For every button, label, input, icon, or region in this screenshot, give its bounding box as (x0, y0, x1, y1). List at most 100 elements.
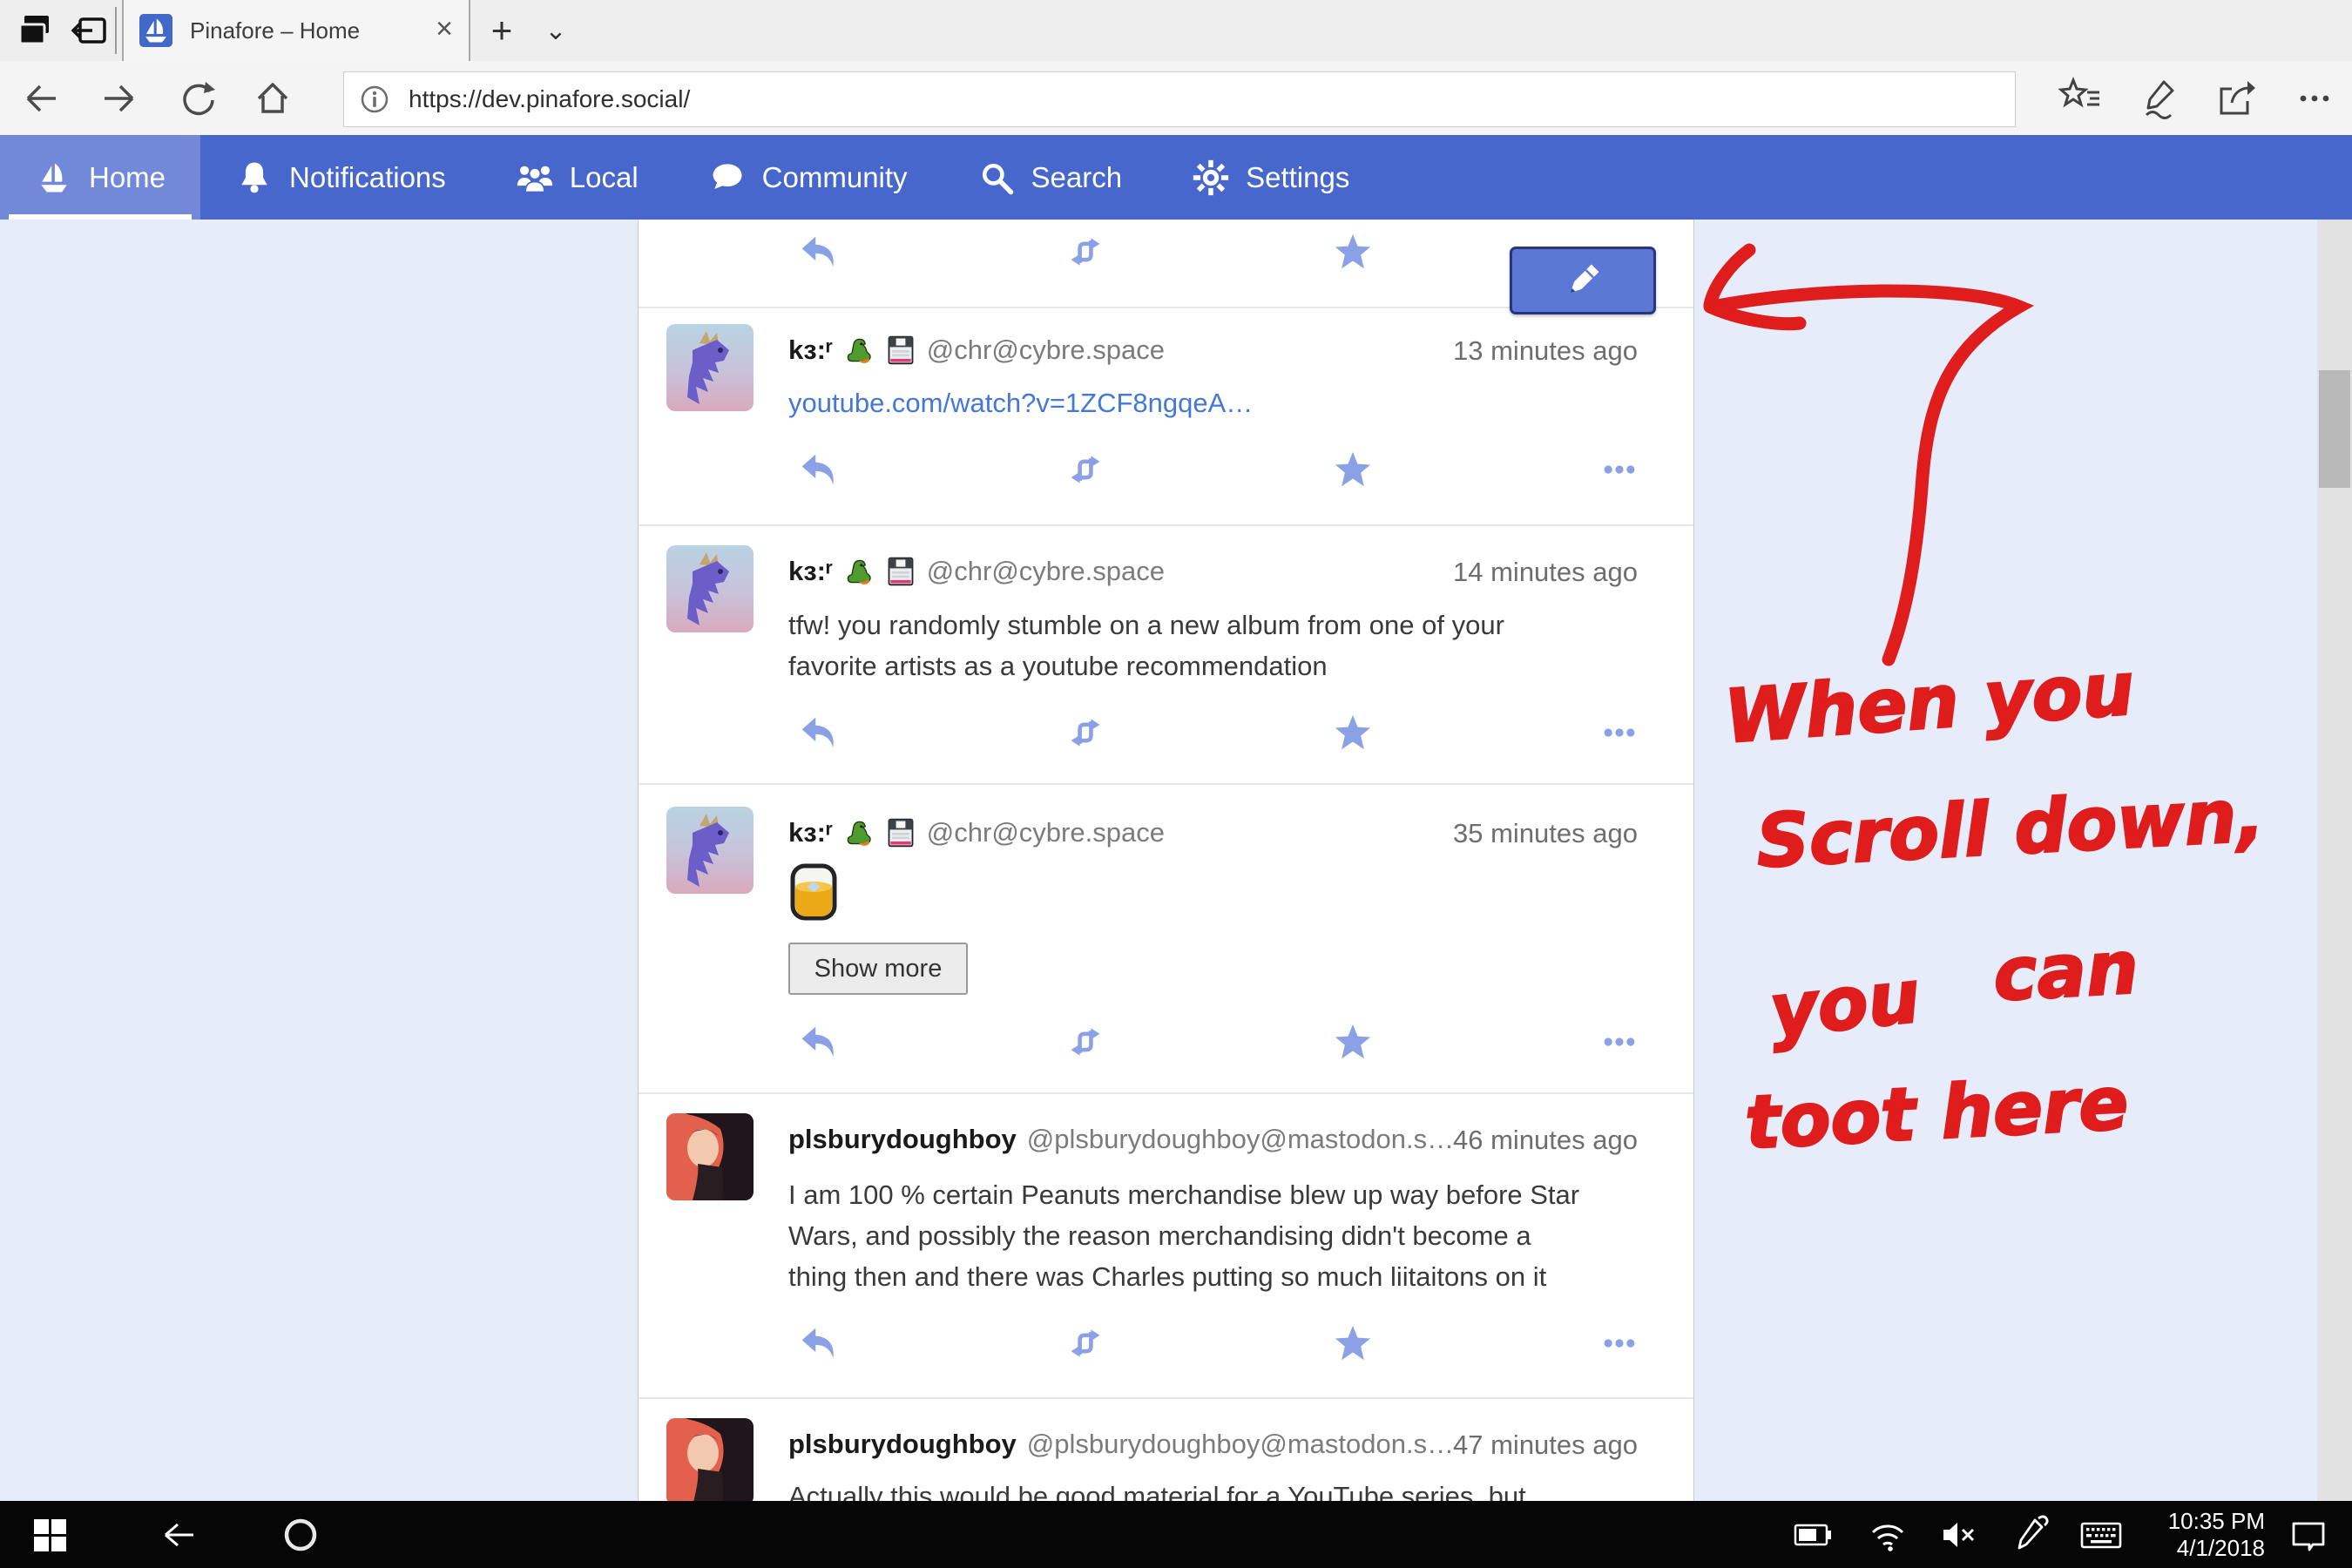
account-handle: @plsburydoughboy@mastodon.s… (1027, 1124, 1454, 1155)
toot-header[interactable]: plsburydoughboy @plsburydoughboy@mastodo… (788, 1120, 1454, 1159)
refresh-icon[interactable] (176, 77, 220, 120)
account-handle: @chr@cybre.space (927, 817, 1165, 848)
reply-icon[interactable] (799, 233, 837, 271)
pinafore-favicon (139, 14, 172, 47)
whiskey-glass-emoji (788, 862, 839, 922)
toot-header[interactable]: kз:ʳ @chr@cybre.space (788, 814, 1165, 852)
toot-separator (639, 1397, 1693, 1399)
favorite-star-icon[interactable] (1334, 450, 1372, 489)
clock-time: 10:35 PM (2126, 1508, 2265, 1535)
scrollbar-thumb[interactable] (2319, 370, 2350, 488)
new-tab-button[interactable]: + (477, 0, 526, 61)
forward-icon[interactable] (98, 77, 141, 120)
magnifier-icon (977, 159, 1016, 197)
toot-header[interactable]: kз:ʳ @chr@cybre.space (788, 331, 1165, 369)
touch-keyboard-icon[interactable] (2079, 1513, 2123, 1557)
nav-item-home[interactable]: Home (0, 135, 200, 220)
set-tabs-aside-icon[interactable] (70, 10, 110, 51)
favorite-star-icon[interactable] (1334, 1023, 1372, 1061)
boost-icon[interactable] (1066, 713, 1105, 752)
display-name: kз:ʳ (788, 556, 833, 587)
volume-muted-icon[interactable] (1938, 1513, 1982, 1557)
reply-icon[interactable] (799, 1023, 837, 1061)
nav-item-local[interactable]: Local (481, 135, 673, 220)
more-dots-icon[interactable] (1600, 450, 1639, 489)
cortana-icon[interactable] (279, 1513, 322, 1557)
taskbar-clock[interactable]: 10:35 PM 4/1/2018 (2126, 1508, 2265, 1562)
address-bar[interactable]: https://dev.pinafore.social/ (343, 71, 2016, 127)
site-info-icon[interactable] (360, 84, 389, 114)
taskbar-back-icon[interactable] (157, 1513, 200, 1557)
clock-date: 4/1/2018 (2126, 1535, 2265, 1562)
battery-icon[interactable] (1792, 1513, 1835, 1557)
avatar-plsburydoughboy[interactable] (666, 1113, 754, 1200)
annotation-arrow (1710, 250, 2019, 659)
start-button-icon[interactable] (28, 1513, 71, 1557)
avatar-dragon[interactable] (666, 545, 754, 632)
favorite-star-icon[interactable] (1334, 713, 1372, 752)
favorites-hub-icon[interactable] (2058, 75, 2105, 122)
avatar-plsburydoughboy[interactable] (666, 1418, 754, 1505)
avatar-dragon[interactable] (666, 324, 754, 411)
green-dragon-emoji (843, 815, 875, 850)
browser-toolbar: https://dev.pinafore.social/ (0, 61, 2352, 137)
timestamp[interactable]: 13 minutes ago (1453, 335, 1638, 367)
boost-icon[interactable] (1066, 450, 1105, 489)
more-dots-icon[interactable] (1600, 1324, 1639, 1362)
reply-icon[interactable] (799, 713, 837, 752)
boost-icon[interactable] (1066, 233, 1105, 271)
nav-item-community[interactable]: Community (673, 135, 943, 220)
more-dots-icon[interactable] (1600, 1023, 1639, 1061)
floppy-disk-emoji (885, 333, 916, 368)
url-text[interactable]: https://dev.pinafore.social/ (409, 85, 690, 113)
favorite-star-icon[interactable] (1334, 1324, 1372, 1362)
timestamp[interactable]: 35 minutes ago (1453, 818, 1638, 849)
nav-item-search[interactable]: Search (943, 135, 1158, 220)
tab-menu-chevron-icon[interactable]: ⌄ (531, 0, 580, 61)
boost-icon[interactable] (1066, 1324, 1105, 1362)
reply-icon[interactable] (799, 450, 837, 489)
annotate-pen-icon[interactable] (2136, 75, 2183, 122)
display-name: plsburydoughboy (788, 1429, 1017, 1460)
sailboat-icon (35, 159, 73, 197)
avatar-dragon[interactable] (666, 807, 754, 894)
account-handle: @plsburydoughboy@mastodon.s… (1027, 1429, 1454, 1460)
browser-tab-strip: Pinafore – Home × + ⌄ (0, 0, 2352, 61)
wifi-icon[interactable] (1866, 1513, 1909, 1557)
reply-icon[interactable] (799, 1324, 837, 1362)
browser-tab-pinafore[interactable]: Pinafore – Home × (122, 0, 470, 61)
annotation-line-2: Scroll down, (1754, 773, 2267, 884)
tab-title: Pinafore – Home (190, 17, 430, 44)
nav-item-settings[interactable]: Settings (1157, 135, 1384, 220)
scrollbar-track[interactable] (2317, 220, 2352, 1501)
back-icon[interactable] (19, 77, 63, 120)
show-more-button[interactable]: Show more (788, 943, 968, 995)
tab-preview-icon[interactable] (16, 10, 56, 51)
pencil-icon (1560, 258, 1605, 303)
timestamp[interactable]: 46 minutes ago (1453, 1125, 1638, 1156)
more-menu-icon[interactable] (2291, 75, 2338, 122)
pen-icon[interactable] (2009, 1513, 2052, 1557)
home-icon[interactable] (251, 77, 294, 120)
tab-close-icon[interactable]: × (436, 12, 453, 46)
boost-icon[interactable] (1066, 1023, 1105, 1061)
compose-toot-button[interactable] (1510, 247, 1656, 314)
nav-label: Home (89, 161, 166, 194)
timestamp[interactable]: 14 minutes ago (1453, 557, 1638, 588)
pinafore-nav: Home Notifications Local Commun (0, 135, 2352, 220)
nav-item-notifications[interactable]: Notifications (200, 135, 481, 220)
toot-header[interactable]: kз:ʳ @chr@cybre.space (788, 552, 1165, 591)
more-dots-icon[interactable] (1600, 713, 1639, 752)
toot-header[interactable]: plsburydoughboy @plsburydoughboy@mastodo… (788, 1425, 1454, 1463)
action-center-icon[interactable] (2287, 1513, 2330, 1557)
nav-label: Search (1031, 161, 1123, 194)
toot-text: I am 100 % certain Peanuts merchandise b… (788, 1174, 1642, 1297)
toot-link[interactable]: youtube.com/watch?v=1ZCF8ngqeA… (788, 388, 1253, 419)
favorite-star-icon[interactable] (1334, 233, 1372, 271)
display-name: kз:ʳ (788, 817, 833, 848)
nav-label: Local (570, 161, 639, 194)
toot-text: tfw! you randomly stumble on a new album… (788, 605, 1642, 686)
timestamp[interactable]: 47 minutes ago (1453, 1429, 1638, 1461)
annotation-line-4: toot here (1743, 1060, 2131, 1166)
share-icon[interactable] (2213, 75, 2260, 122)
